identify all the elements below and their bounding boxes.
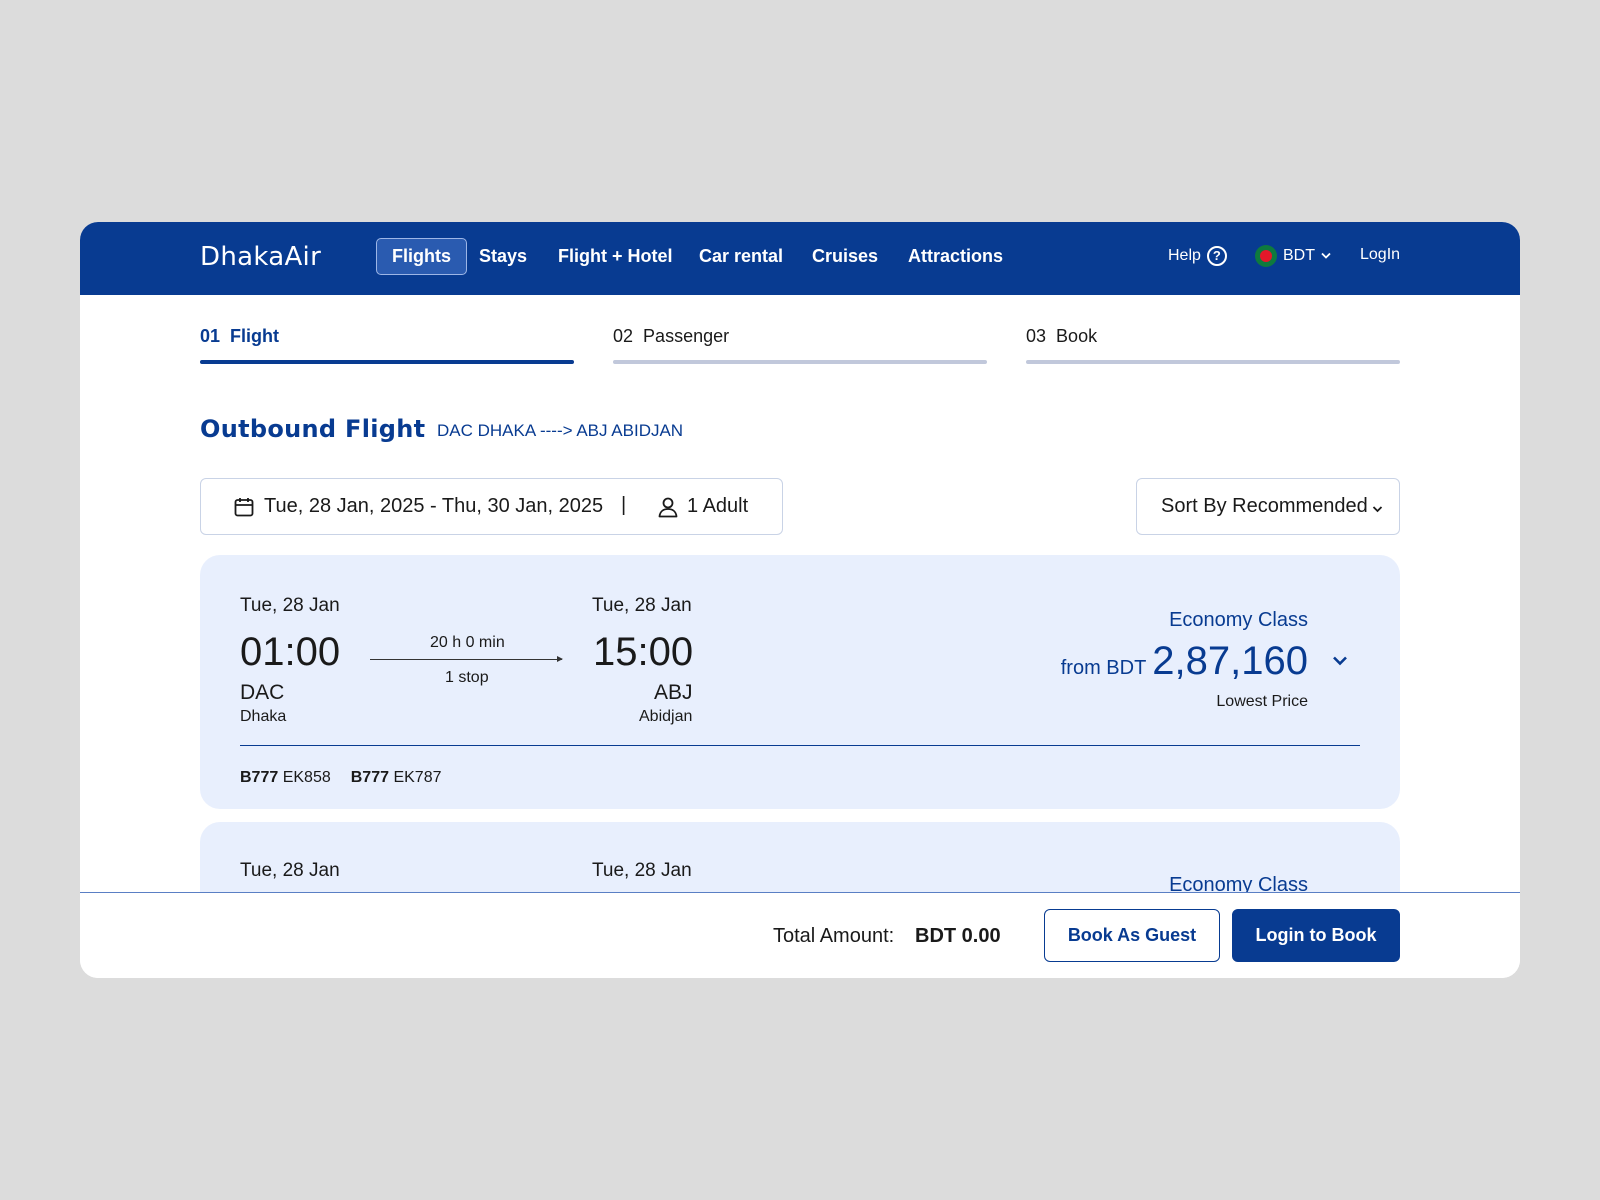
total-amount: BDT 0.00 [915, 925, 1001, 947]
flight-leg: B777 EK787 [350, 769, 442, 786]
travel-dates: Tue, 28 Jan, 2025 - Thu, 30 Jan, 2025 [264, 495, 604, 517]
departure-date: Tue, 28 Jan [240, 595, 340, 616]
step-label: 02 Passenger [613, 326, 987, 352]
book-as-guest-button[interactable]: Book As Guest [1044, 909, 1220, 962]
top-nav: DhakaAir Flights Stays Flight + Hotel Ca… [80, 222, 1520, 295]
chevron-down-icon [1372, 500, 1383, 518]
flight-duration: 20 h 0 min [430, 634, 505, 651]
separator: | [621, 494, 627, 516]
sort-label: Sort By Recommended [1161, 495, 1368, 517]
departure-code: DAC [240, 681, 285, 704]
login-to-book-button[interactable]: Login to Book [1232, 909, 1400, 962]
currency-selector[interactable]: BDT [1255, 245, 1331, 267]
chevron-down-icon [1321, 251, 1331, 262]
nav-cruises[interactable]: Cruises [797, 238, 893, 275]
step-progress-bar [200, 360, 574, 364]
route-arrow [370, 656, 563, 662]
step-book[interactable]: 03 Book [1026, 326, 1400, 364]
price-prefix: from BDT [1060, 657, 1147, 679]
brand-logo[interactable]: DhakaAir [200, 242, 321, 272]
step-number: 01 [200, 326, 221, 346]
nav-flight-hotel[interactable]: Flight + Hotel [543, 238, 688, 275]
step-label: 03 Book [1026, 326, 1400, 352]
arrival-time: 15:00 [593, 630, 694, 674]
login-link[interactable]: LogIn [1360, 246, 1400, 264]
arrival-date: Tue, 28 Jan [592, 595, 692, 616]
step-number: 03 [1026, 326, 1047, 346]
step-passenger[interactable]: 02 Passenger [613, 326, 987, 364]
nav-stays[interactable]: Stays [464, 238, 542, 275]
departure-city: Dhaka [240, 708, 287, 725]
cabin-class: Economy Class [1169, 609, 1308, 631]
sort-dropdown[interactable]: Sort By Recommended [1136, 478, 1400, 535]
search-summary[interactable]: Tue, 28 Jan, 2025 - Thu, 30 Jan, 2025 | … [200, 478, 783, 535]
nav-flights[interactable]: Flights [376, 238, 467, 275]
step-title: Passenger [643, 326, 730, 346]
flight-card[interactable]: Tue, 28 Jan 01:00 DAC Dhaka 20 h 0 min 1… [200, 555, 1400, 809]
step-progress-bar [613, 360, 987, 364]
flight-legs: B777 EK858 B777 EK787 [240, 769, 442, 787]
nav-attractions[interactable]: Attractions [893, 238, 1018, 275]
route-summary: DAC DHAKA ----> ABJ ABIDJAN [437, 421, 684, 440]
booking-footer: Total Amount: BDT 0.00 Book As Guest Log… [80, 892, 1520, 978]
page-title: Outbound Flight [200, 415, 426, 443]
user-icon [657, 496, 679, 523]
step-flight[interactable]: 01 Flight [200, 326, 574, 364]
departure-time: 01:00 [240, 630, 341, 674]
nav-car-rental[interactable]: Car rental [684, 238, 798, 275]
app-window: DhakaAir Flights Stays Flight + Hotel Ca… [80, 222, 1520, 978]
step-title: Flight [230, 326, 280, 346]
calendar-icon [234, 497, 254, 522]
arrival-code: ABJ [654, 681, 693, 704]
price: from BDT 2,87,160 [1061, 639, 1308, 684]
step-number: 02 [613, 326, 634, 346]
passenger-count: 1 Adult [687, 495, 749, 517]
arrival-city: Abidjan [639, 708, 693, 725]
step-title: Book [1056, 326, 1098, 346]
currency-label: BDT [1283, 247, 1315, 264]
total-label: Total Amount: [773, 925, 895, 947]
step-label: 01 Flight [200, 326, 574, 352]
question-icon: ? [1206, 246, 1227, 266]
stop-count: 1 stop [445, 669, 489, 686]
price-note: Lowest Price [1216, 693, 1308, 710]
price-amount: 2,87,160 [1152, 639, 1308, 683]
help-link[interactable]: Help ? [1168, 246, 1227, 266]
step-progress-bar [1026, 360, 1400, 364]
expand-chevron-icon[interactable] [1332, 653, 1348, 671]
arrival-date: Tue, 28 Jan [592, 860, 692, 881]
divider [240, 745, 1360, 746]
departure-date: Tue, 28 Jan [240, 860, 340, 881]
help-label: Help [1168, 247, 1201, 264]
bangladesh-flag-icon [1255, 245, 1277, 267]
flight-leg: B777 EK858 [240, 769, 331, 786]
